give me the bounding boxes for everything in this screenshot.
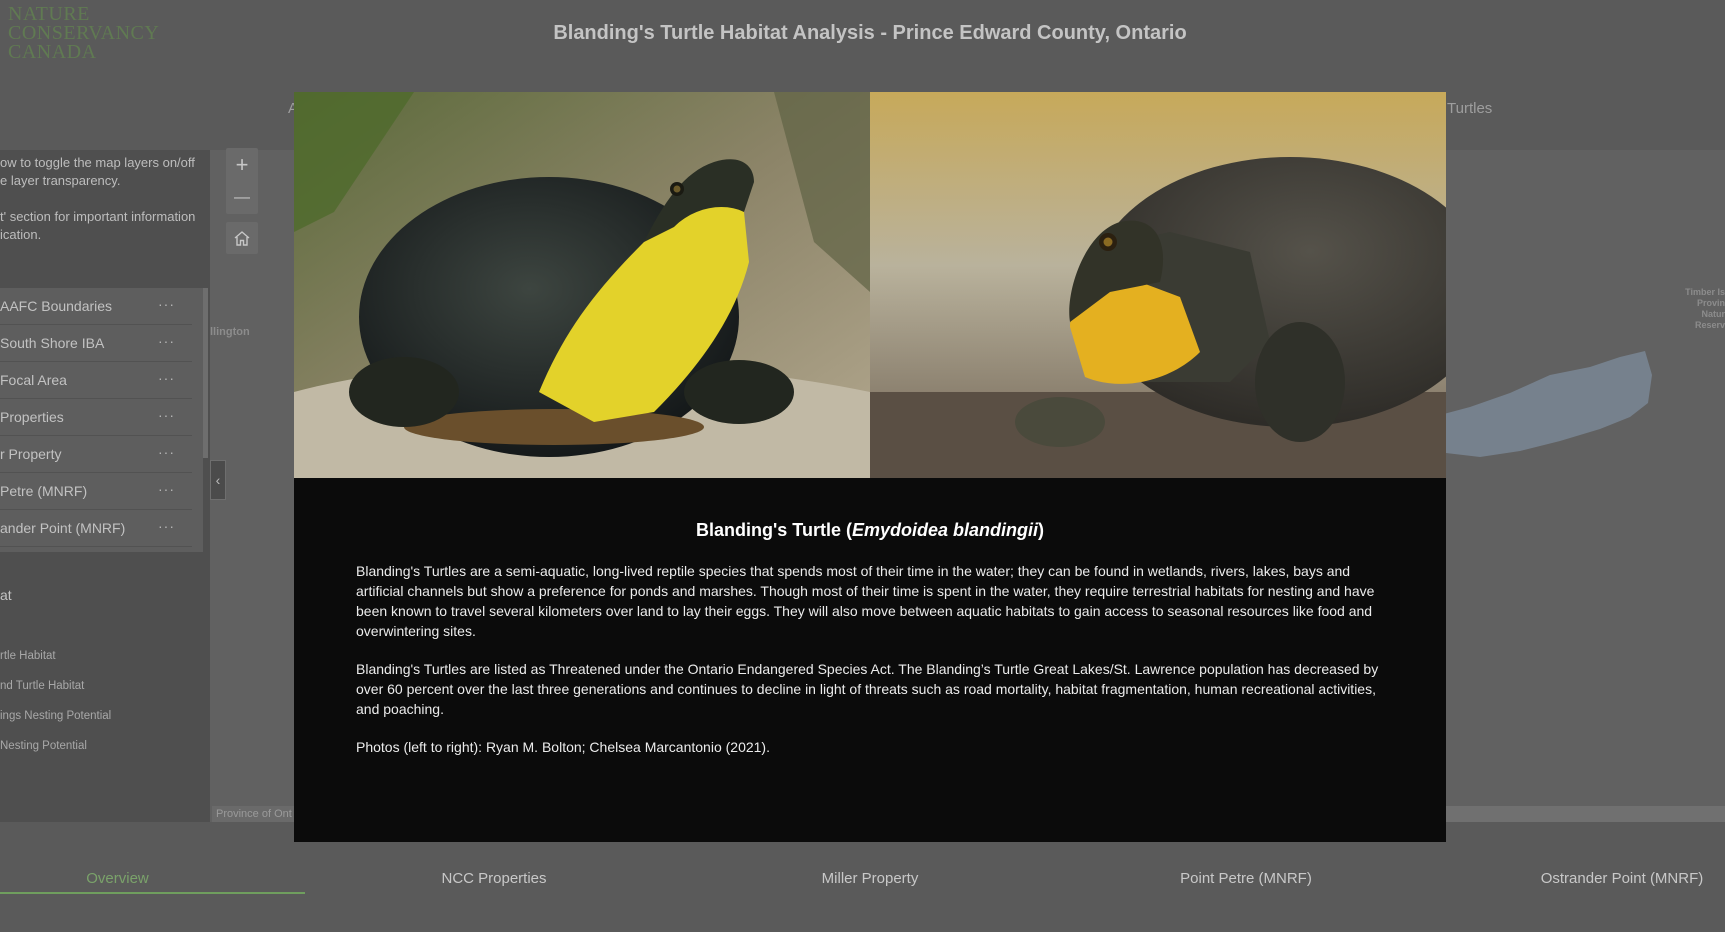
tab-miller-property[interactable]: Miller Property xyxy=(770,870,970,887)
more-options-icon[interactable]: ··· xyxy=(158,508,175,544)
layer-item-miller-property[interactable]: r Property ··· xyxy=(0,436,192,473)
species-info-modal: Blanding's Turtle (Emydoidea blandingii)… xyxy=(294,92,1446,842)
map-place-label-reserve: Timber Is Provin Natur Reserv xyxy=(1680,287,1725,331)
map-place-line: Provin xyxy=(1696,298,1725,308)
map-attribution-bar xyxy=(1446,806,1725,822)
layer-label: South Shore IBA xyxy=(0,335,105,351)
more-options-icon[interactable]: ··· xyxy=(158,360,175,396)
more-options-icon[interactable]: ··· xyxy=(158,434,175,470)
map-place-label: llington xyxy=(210,326,250,338)
layer-item-focal-area[interactable]: Focal Area ··· xyxy=(0,362,192,399)
zoom-out-button[interactable]: — xyxy=(226,181,258,214)
logo-line-3: CANADA xyxy=(8,41,97,63)
heading-prefix: Blanding's Turtle ( xyxy=(696,520,852,540)
layer-list: AAFC Boundaries ··· South Shore IBA ··· … xyxy=(0,288,203,552)
status-paragraph: Blanding's Turtles are listed as Threate… xyxy=(356,661,1379,717)
habitat-section-title: at xyxy=(0,587,12,603)
zoom-in-button[interactable]: + xyxy=(226,148,258,181)
layer-item-properties[interactable]: Properties ··· xyxy=(0,399,192,436)
sidebar-panel: ow to toggle the map layers on/off e laye… xyxy=(0,150,210,822)
layer-item-aafc-boundaries[interactable]: AAFC Boundaries ··· xyxy=(0,288,192,325)
layer-label: r Property xyxy=(0,446,62,462)
more-options-icon[interactable]: ··· xyxy=(158,471,175,507)
heading-latin-name: Emydoidea blandingii xyxy=(851,520,1038,540)
tab-overview[interactable]: Overview xyxy=(0,870,235,887)
habitat-legend-item: nd Turtle Habitat xyxy=(0,680,85,692)
app-title: Blanding's Turtle Habitat Analysis - Pri… xyxy=(553,22,1187,44)
instruction-line: e layer transparency. xyxy=(0,173,121,188)
map-place-line: Natur xyxy=(1701,309,1725,319)
home-button[interactable] xyxy=(226,222,258,254)
habitat-legend-item: rtle Habitat xyxy=(0,650,56,662)
turtle-photo-right xyxy=(870,92,1446,478)
layer-list-scrollbar[interactable] xyxy=(203,288,208,458)
map-attribution: Province of Ont xyxy=(212,806,298,822)
layer-label: Focal Area xyxy=(0,372,67,388)
layer-label: Petre (MNRF) xyxy=(0,483,88,499)
turtle-photo-left xyxy=(294,92,870,478)
home-icon xyxy=(234,231,250,246)
active-tab-underline xyxy=(0,892,305,894)
sidebar-instructions: ow to toggle the map layers on/off e laye… xyxy=(0,154,210,262)
layer-label: ander Point (MNRF) xyxy=(0,520,126,536)
more-options-icon[interactable]: ··· xyxy=(158,397,175,433)
tab-ncc-properties[interactable]: NCC Properties xyxy=(394,870,594,887)
layer-label: AAFC Boundaries xyxy=(0,298,113,314)
instruction-line: ow to toggle the map layers on/off xyxy=(0,155,195,170)
description-paragraph: Blanding's Turtles are a semi-aquatic, l… xyxy=(356,563,1375,639)
tab-ostrander-point[interactable]: Ostrander Point (MNRF) xyxy=(1522,870,1722,887)
layer-item-point-petre[interactable]: Petre (MNRF) ··· xyxy=(0,473,192,510)
zoom-controls: + — xyxy=(226,148,258,214)
layer-item-south-shore-iba[interactable]: South Shore IBA ··· xyxy=(0,325,192,362)
habitat-legend-item: ings Nesting Potential xyxy=(0,710,112,722)
collapse-sidebar-button[interactable]: ‹ xyxy=(210,460,226,500)
photo-credits: Photos (left to right): Ryan M. Bolton; … xyxy=(356,739,770,755)
tab-point-petre[interactable]: Point Petre (MNRF) xyxy=(1146,870,1346,887)
instruction-line: ication. xyxy=(0,227,42,242)
more-options-icon[interactable]: ··· xyxy=(158,286,175,322)
heading-suffix: ) xyxy=(1037,520,1044,540)
island-shape xyxy=(1440,351,1652,457)
layer-item-ostrander-point[interactable]: ander Point (MNRF) ··· xyxy=(0,510,192,547)
habitat-legend-item: Nesting Potential xyxy=(0,740,87,752)
instruction-line: t' section for important information xyxy=(0,209,196,224)
layer-label: Properties xyxy=(0,409,64,425)
map-place-line: Timber Is xyxy=(1685,287,1725,297)
more-options-icon[interactable]: ··· xyxy=(158,323,175,359)
modal-heading: Blanding's Turtle (Emydoidea blandingii) xyxy=(294,520,1446,541)
map-place-line: Reserv xyxy=(1694,320,1725,330)
nav-tab-turtles[interactable]: Turtles xyxy=(1447,100,1492,117)
